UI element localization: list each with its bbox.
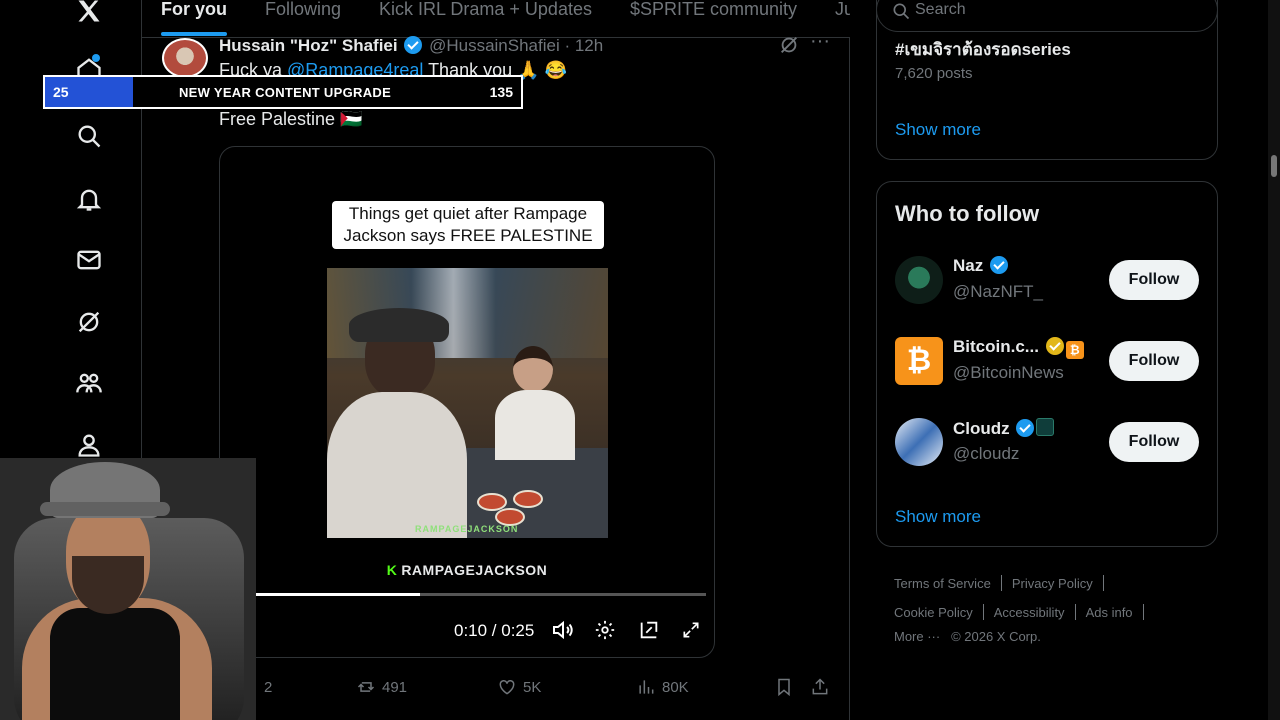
grok-analyze-icon[interactable] xyxy=(778,34,800,61)
settings-gear-icon[interactable] xyxy=(592,617,618,643)
repost-button[interactable]: 491 xyxy=(356,677,407,697)
ads-info-link[interactable]: Ads info xyxy=(1086,605,1133,620)
more-options-icon[interactable]: ··· xyxy=(810,30,830,53)
author-avatar[interactable] xyxy=(162,38,208,78)
like-count: 5K xyxy=(523,678,542,696)
follow-button[interactable]: Follow xyxy=(1109,260,1199,300)
scrollbar-thumb[interactable] xyxy=(1271,155,1277,177)
follow-button[interactable]: Follow xyxy=(1109,422,1199,462)
who-to-follow-card: Who to follow Naz @NazNFT_ Follow ₿ Bitc… xyxy=(876,181,1218,547)
webcam-overlay xyxy=(0,458,256,720)
mail-icon[interactable] xyxy=(70,241,108,279)
video-frame[interactable]: RAMPAGEJACKSON xyxy=(327,268,608,538)
tab-kick-irl-drama[interactable]: Kick IRL Drama + Updates xyxy=(360,0,611,37)
timeline-tabs: For you Following Kick IRL Drama + Updat… xyxy=(142,0,850,38)
account-name[interactable]: Naz xyxy=(953,256,1010,276)
verified-badge-icon xyxy=(404,36,423,54)
bell-icon[interactable] xyxy=(70,180,108,218)
more-link[interactable]: More ··· xyxy=(894,629,940,644)
kick-brand: K RAMPAGEJACKSON xyxy=(220,562,714,578)
affiliate-badge-icon: ₿ xyxy=(1065,341,1084,359)
follow-suggestion[interactable]: Cloudz @cloudz Follow xyxy=(895,414,1201,470)
video-time: 0:10 / 0:25 xyxy=(454,621,535,640)
who-to-follow-title: Who to follow xyxy=(895,201,1040,226)
avatar[interactable] xyxy=(895,418,943,466)
trends-show-more-link[interactable]: Show more xyxy=(895,120,981,140)
trend-name[interactable]: #เขมจิราต้องรอดseries xyxy=(895,36,1071,63)
communities-icon[interactable] xyxy=(70,364,108,402)
volume-icon[interactable] xyxy=(550,617,576,643)
scrollbar[interactable] xyxy=(1268,0,1280,720)
tweet-time[interactable]: · 12h xyxy=(564,36,603,55)
verified-badge-icon xyxy=(989,256,1008,274)
reply-count: 2 xyxy=(264,678,273,696)
x-logo-icon[interactable] xyxy=(70,0,108,30)
account-name[interactable]: Cloudz xyxy=(953,418,1055,439)
gold-verified-badge-icon xyxy=(1045,337,1064,355)
repost-count: 491 xyxy=(382,678,408,696)
tweet-header: Hussain "Hoz" Shafiei @HussainShafiei · … xyxy=(219,36,603,56)
kick-logo-icon: K xyxy=(386,562,398,578)
account-name-text: Naz xyxy=(953,256,984,275)
follow-button[interactable]: Follow xyxy=(1109,341,1199,381)
copyright: © 2026 X Corp. xyxy=(951,629,1041,644)
video-watermark: RAMPAGEJACKSON xyxy=(415,524,519,534)
avatar[interactable] xyxy=(895,256,943,304)
privacy-link[interactable]: Privacy Policy xyxy=(1012,576,1093,591)
goal-target: 135 xyxy=(489,84,513,100)
footer-row-2: Cookie Policy Accessibility Ads info xyxy=(894,604,1154,620)
bitcoin-logo-icon[interactable]: ₿ xyxy=(895,337,943,385)
terms-link[interactable]: Terms of Service xyxy=(894,576,991,591)
picture-in-picture-icon[interactable] xyxy=(636,617,662,643)
share-icon[interactable] xyxy=(810,677,830,697)
footer-row-1: Terms of Service Privacy Policy xyxy=(894,575,1114,591)
views-count: 80K xyxy=(662,678,689,696)
tab-for-you[interactable]: For you xyxy=(142,0,246,37)
kick-brand-text: RAMPAGEJACKSON xyxy=(401,562,548,578)
account-handle[interactable]: @cloudz xyxy=(953,444,1019,464)
author-handle[interactable]: @HussainShafiei xyxy=(429,36,560,55)
video-progress-bar[interactable] xyxy=(230,593,706,596)
video-player[interactable]: Things get quiet after Rampage Jackson s… xyxy=(219,146,715,658)
account-handle[interactable]: @BitcoinNews xyxy=(953,363,1064,383)
search-icon[interactable] xyxy=(70,117,108,155)
trends-card: #เขมจิราต้องรอดseries 7,620 posts Show m… xyxy=(876,0,1218,160)
grok-icon[interactable] xyxy=(70,303,108,341)
who-to-follow-show-more-link[interactable]: Show more xyxy=(895,507,981,527)
video-caption: Things get quiet after Rampage Jackson s… xyxy=(332,201,604,249)
views-button[interactable]: 80K xyxy=(636,677,689,697)
account-name-text: Cloudz xyxy=(953,419,1010,438)
cookie-link[interactable]: Cookie Policy xyxy=(894,605,973,620)
footer-row-3: More ··· © 2026 X Corp. xyxy=(894,629,1041,644)
bookmark-icon[interactable] xyxy=(774,677,794,697)
tweet-text-line-2: Free Palestine 🇵🇸 xyxy=(219,109,363,129)
accessibility-link[interactable]: Accessibility xyxy=(994,605,1065,620)
video-plate xyxy=(513,490,543,508)
stream-goal-banner: 25 NEW YEAR CONTENT UPGRADE 135 xyxy=(43,75,523,109)
tab-following[interactable]: Following xyxy=(246,0,360,37)
video-person-right xyxy=(495,346,575,466)
follow-suggestion[interactable]: ₿ Bitcoin.c... ₿ @BitcoinNews Follow xyxy=(895,333,1201,389)
author-name[interactable]: Hussain "Hoz" Shafiei xyxy=(219,36,398,55)
affiliate-badge-icon xyxy=(1036,418,1055,436)
video-progress-fill xyxy=(230,593,421,596)
account-name-text: Bitcoin.c... xyxy=(953,337,1039,356)
verified-badge-icon xyxy=(1016,419,1035,437)
trend-post-count: 7,620 posts xyxy=(895,65,973,82)
goal-title: NEW YEAR CONTENT UPGRADE xyxy=(178,85,392,100)
tab-sprite-community[interactable]: $SPRITE community xyxy=(611,0,816,37)
follow-suggestion[interactable]: Naz @NazNFT_ Follow xyxy=(895,252,1201,308)
notification-dot xyxy=(92,54,100,62)
account-name[interactable]: Bitcoin.c... ₿ xyxy=(953,337,1084,359)
account-handle[interactable]: @NazNFT_ xyxy=(953,282,1043,302)
webcam-person-shirt xyxy=(50,608,180,720)
like-button[interactable]: 5K xyxy=(497,677,541,697)
webcam-hat-brim xyxy=(40,502,170,516)
fullscreen-icon[interactable] xyxy=(678,617,704,643)
video-person-left xyxy=(327,308,467,538)
